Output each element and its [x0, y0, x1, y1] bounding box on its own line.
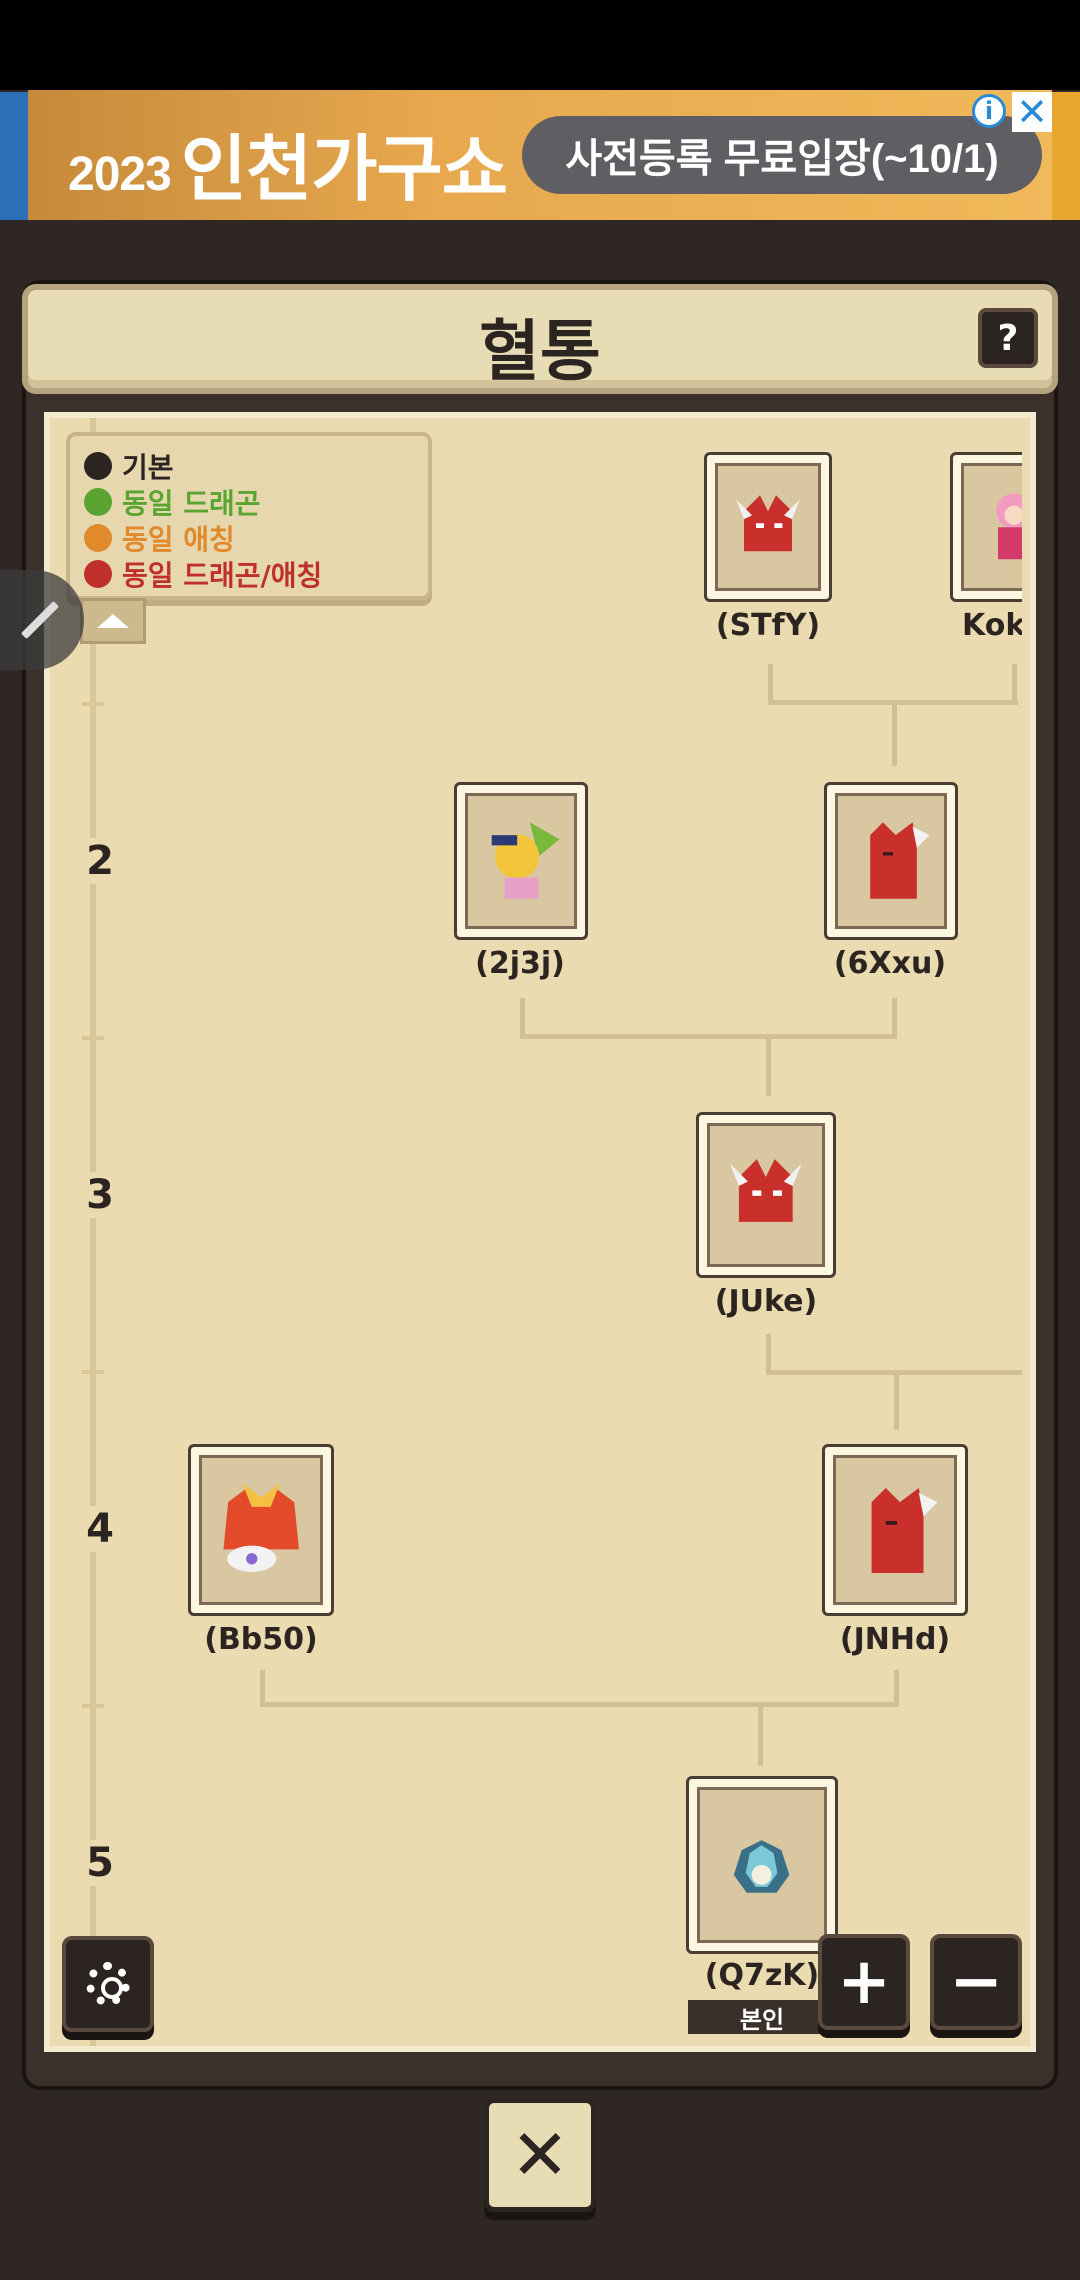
red-dragon-icon — [730, 1159, 802, 1222]
dragon-card[interactable] — [704, 452, 832, 602]
ad-cta[interactable]: 사전등록 무료입장(~10/1) — [522, 116, 1042, 194]
connector-line — [758, 1702, 763, 1766]
generation-tick — [82, 1036, 104, 1040]
page-title: 혈통 — [479, 313, 601, 390]
zoom-out-button[interactable]: − — [930, 1934, 1022, 2030]
dragon-name: (STfY) — [715, 608, 821, 643]
legend-item: 동일 드래곤 — [84, 482, 261, 522]
dragon-name: Kok — [962, 608, 1022, 643]
card-portrait — [465, 793, 577, 929]
ad-edge-left — [0, 92, 28, 220]
legend-label: 동일 애칭 — [122, 523, 235, 556]
close-button[interactable]: ✕ — [484, 2098, 596, 2212]
connector-line — [894, 1670, 899, 1706]
connector-line — [768, 664, 773, 704]
dragon-card-self[interactable] — [686, 1776, 838, 1954]
dragon-card[interactable] — [950, 452, 1022, 602]
ad-year: 2023 — [68, 148, 172, 202]
ad-title-text: 인천가구쇼 — [180, 130, 508, 210]
generation-tick — [82, 1704, 104, 1708]
generation-axis — [90, 418, 96, 2046]
legend-item: 동일 애칭 — [84, 518, 235, 558]
legend-label: 동일 드래곤 — [122, 487, 261, 520]
dragon-card[interactable] — [824, 782, 958, 940]
settings-button[interactable] — [62, 1936, 154, 2032]
legend-collapse-button[interactable] — [80, 598, 146, 644]
tree-viewport[interactable]: 2 3 4 5 (STfY) Kok (2j3j) (6Xxu) (JUke) … — [50, 418, 1022, 2046]
help-button[interactable]: ? — [978, 308, 1038, 368]
dragon-card[interactable] — [454, 782, 588, 940]
legend: 기본 동일 드래곤 동일 애칭 동일 드래곤/애칭 — [66, 432, 432, 600]
connector-line — [766, 1334, 771, 1374]
connector-line — [892, 700, 897, 766]
egg-icon — [734, 1840, 790, 1893]
ad-title: 2023 인천가구쇼 — [68, 110, 508, 215]
dragon-card[interactable] — [822, 1444, 968, 1616]
card-portrait — [707, 1123, 825, 1267]
card-portrait — [715, 463, 821, 591]
card-portrait — [833, 1455, 957, 1605]
connector-line — [892, 998, 897, 1038]
ad-info-icon[interactable]: i — [972, 94, 1006, 128]
connector-line — [1012, 664, 1017, 704]
dragon-name: (Bb50) — [204, 1622, 318, 1657]
dragon-name: (JNHd) — [839, 1622, 951, 1657]
legend-dot — [84, 488, 112, 516]
legend-item: 동일 드래곤/애칭 — [84, 554, 322, 594]
ad-banner[interactable]: 2023 인천가구쇼 사전등록 무료입장(~10/1) i ✕ — [28, 90, 1052, 220]
red-dragon-icon — [736, 494, 800, 551]
fire-dragon-icon — [223, 1482, 299, 1572]
self-tag: 본인 — [688, 2000, 836, 2034]
legend-dot — [84, 560, 112, 588]
connector-line — [260, 1702, 899, 1707]
zoom-in-button[interactable]: + — [818, 1934, 910, 2030]
generation-tick — [82, 1370, 104, 1374]
connector-line — [520, 1034, 897, 1039]
lineage-board[interactable]: 2 3 4 5 (STfY) Kok (2j3j) (6Xxu) (JUke) … — [44, 412, 1036, 2052]
dragon-card[interactable] — [188, 1444, 334, 1616]
connector-line — [260, 1670, 265, 1706]
legend-label: 동일 드래곤/애칭 — [122, 559, 323, 592]
yellow-dragon-icon — [491, 822, 560, 900]
generation-tick — [82, 702, 104, 706]
card-portrait — [961, 463, 1022, 591]
dragon-name: (JUke) — [714, 1284, 818, 1319]
legend-item: 기본 — [84, 446, 174, 486]
legend-dot — [84, 524, 112, 552]
pencil-glyph — [20, 600, 60, 640]
connector-line — [894, 1370, 899, 1430]
connector-line — [766, 1034, 771, 1096]
card-portrait — [697, 1787, 827, 1943]
red-dragon-icon — [869, 822, 930, 900]
red-dragon-icon — [871, 1487, 938, 1573]
generation-number: 4 — [70, 1506, 130, 1552]
connector-line — [520, 998, 525, 1038]
legend-label: 기본 — [122, 451, 174, 484]
dragon-card[interactable] — [696, 1112, 836, 1278]
dragon-name: (2j3j) — [475, 946, 565, 981]
panel-header: 혈통 ? — [22, 284, 1058, 394]
close-icon: ✕ — [510, 2114, 570, 2196]
card-portrait — [835, 793, 947, 929]
status-bar — [0, 0, 1080, 90]
generation-number: 3 — [70, 1172, 130, 1218]
ad-close-icon[interactable]: ✕ — [1012, 90, 1052, 134]
gear-icon — [86, 1962, 130, 2006]
card-portrait — [199, 1455, 323, 1605]
legend-dot — [84, 452, 112, 480]
plus-icon: + — [837, 1945, 891, 2019]
generation-number: 5 — [70, 1840, 130, 1886]
pink-dragon-icon — [996, 493, 1022, 559]
dragon-name: (6Xxu) — [833, 946, 947, 981]
chevron-up-icon — [97, 614, 129, 628]
generation-number: 2 — [70, 838, 130, 884]
minus-icon: − — [949, 1945, 1003, 2019]
ad-edge-right — [1052, 92, 1080, 220]
